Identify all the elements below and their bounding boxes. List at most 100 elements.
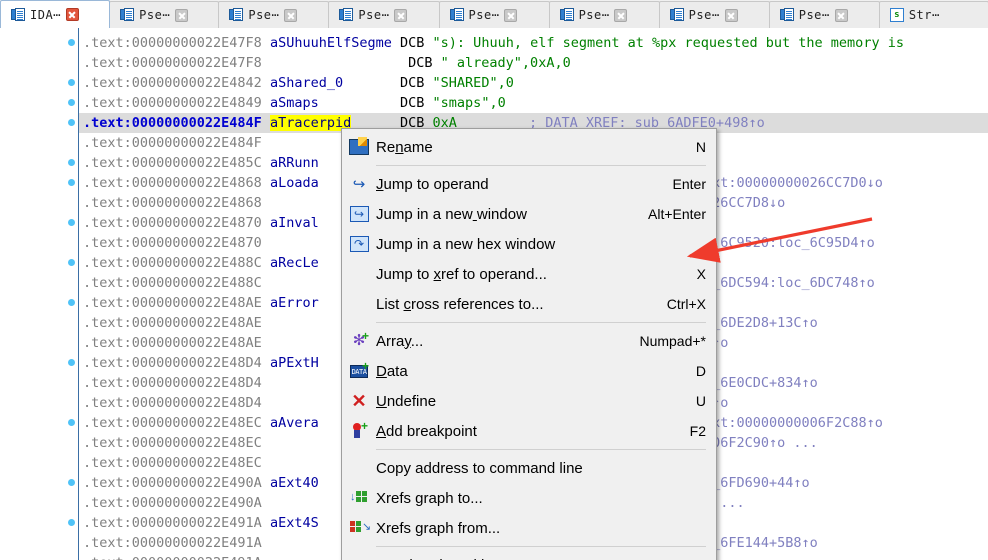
- menu-item-icon-slot: DATA +: [342, 356, 376, 386]
- nav-marker-dot[interactable]: [68, 419, 75, 426]
- close-icon[interactable]: [394, 8, 408, 22]
- nav-marker-dot[interactable]: [68, 159, 75, 166]
- nav-marker-dot[interactable]: [68, 359, 75, 366]
- tab-3[interactable]: Pse⋯: [328, 1, 440, 28]
- line-address: .text:00000000022E48D4: [83, 375, 262, 391]
- line-operand: "SHARED",0: [432, 75, 514, 91]
- line-mnemonic: DCB: [400, 75, 425, 91]
- context-menu[interactable]: Rename N ↪ Jump to operand Enter ↪ Jump in a n…: [341, 128, 717, 560]
- line-label[interactable]: aShared_0: [270, 75, 343, 91]
- line-label[interactable]: aPExtH: [270, 355, 319, 371]
- menu-item-label: Data: [376, 362, 408, 380]
- code-line[interactable]: .text:00000000022E4842 aShared_0 DCB "SH…: [79, 73, 988, 93]
- menu-item-xrefs-graph-from[interactable]: ↘ Xrefs graph from...: [342, 513, 716, 543]
- line-label[interactable]: aAvera: [270, 415, 319, 431]
- nav-marker-dot[interactable]: [68, 179, 75, 186]
- ida-window: IDA⋯ Pse⋯ Pse⋯ Pse⋯ Pse⋯ Pse⋯ Pse⋯ Pse⋯ s Str⋯ .t…: [0, 0, 988, 560]
- close-icon[interactable]: [175, 8, 189, 22]
- close-icon[interactable]: [504, 8, 518, 22]
- menu-item-shortcut: Enter: [672, 176, 706, 192]
- tab-label: IDA⋯: [30, 7, 61, 22]
- line-label[interactable]: aLoada: [270, 175, 319, 191]
- menu-item-jump-to-operand[interactable]: ↪ Jump to operand Enter: [342, 169, 716, 199]
- undefine-icon: ✕: [351, 391, 367, 411]
- code-line[interactable]: .text:00000000022E47F8 DCB " already",0x…: [79, 53, 988, 73]
- menu-item-jump-to-xref-to-operand[interactable]: Jump to xref to operand... X: [342, 259, 716, 289]
- tab-6[interactable]: Pse⋯: [658, 1, 770, 28]
- tab-5[interactable]: Pse⋯: [548, 1, 660, 28]
- code-line[interactable]: .text:00000000022E47F8 aSUhuuhElfSegme D…: [79, 33, 988, 53]
- line-label[interactable]: aInval: [270, 215, 319, 231]
- nav-marker-dot[interactable]: [68, 39, 75, 46]
- tab-2[interactable]: Pse⋯: [218, 1, 330, 28]
- nav-marker-dot[interactable]: [68, 79, 75, 86]
- menu-item-label: Jump in a new window: [376, 205, 527, 223]
- line-address: .text:00000000022E4868: [83, 195, 262, 211]
- menu-item-copy-address-to-command-line[interactable]: Copy address to command line: [342, 453, 716, 483]
- nav-marker-dot[interactable]: [68, 219, 75, 226]
- line-address: .text:00000000022E490A: [83, 495, 262, 511]
- menu-item-jump-in-a-new-window[interactable]: ↪ Jump in a new window Alt+Enter: [342, 199, 716, 229]
- tab-label: Str⋯: [908, 8, 940, 22]
- jump-arrow-icon: ↪: [352, 175, 366, 193]
- menu-item-label: Synchronize with: [376, 557, 694, 560]
- line-address: .text:00000000022E491A: [83, 535, 262, 551]
- nav-marker-dot[interactable]: [68, 299, 75, 306]
- tab-7[interactable]: Pse⋯: [768, 1, 880, 28]
- strings-icon: s: [889, 8, 904, 22]
- menu-item-data[interactable]: DATA + Data D: [342, 356, 716, 386]
- line-label[interactable]: aError: [270, 295, 319, 311]
- line-mnemonic: DCB: [400, 35, 425, 51]
- menu-item-synchronize-with[interactable]: Synchronize with▸: [342, 550, 716, 560]
- line-label[interactable]: aSmaps: [270, 95, 319, 111]
- line-address: .text:00000000022E488C: [83, 255, 262, 271]
- line-label[interactable]: aRRunn: [270, 155, 319, 171]
- menu-item-xrefs-graph-to[interactable]: ↓ Xrefs graph to...: [342, 483, 716, 513]
- tab-8[interactable]: s Str⋯: [878, 1, 988, 28]
- line-label[interactable]: aTracerpid: [269, 115, 352, 131]
- tab-0[interactable]: IDA⋯: [0, 0, 111, 28]
- navigation-gutter[interactable]: [0, 28, 78, 560]
- document-icon: [229, 8, 244, 22]
- line-address: .text:00000000022E4849: [83, 95, 262, 111]
- nav-marker-dot[interactable]: [68, 99, 75, 106]
- menu-item-undefine[interactable]: ✕ Undefine U: [342, 386, 716, 416]
- menu-item-array[interactable]: ✻ + Array... Numpad+*: [342, 326, 716, 356]
- close-icon[interactable]: [284, 8, 298, 22]
- menu-item-label: Undefine: [376, 392, 437, 410]
- menu-item-add-breakpoint[interactable]: + Add breakpoint F2: [342, 416, 716, 446]
- menu-separator: [376, 322, 706, 323]
- menu-separator: [376, 449, 706, 450]
- nav-marker-dot[interactable]: [68, 479, 75, 486]
- line-operand: " already",0xA,0: [440, 55, 571, 71]
- tab-4[interactable]: Pse⋯: [438, 1, 550, 28]
- menu-item-icon-slot: [342, 453, 376, 483]
- menu-item-icon-slot: +: [342, 416, 376, 446]
- close-icon[interactable]: [65, 8, 79, 21]
- menu-item-list-cross-references-to[interactable]: List cross references to... Ctrl+X: [342, 289, 716, 319]
- tab-label: Pse⋯: [688, 8, 720, 22]
- menu-item-icon-slot: ✕: [342, 386, 376, 416]
- line-operand: "smaps",0: [432, 95, 506, 111]
- nav-marker-dot[interactable]: [68, 259, 75, 266]
- menu-item-label: Copy address to command line: [376, 459, 583, 477]
- menu-item-label: Array...: [376, 332, 424, 350]
- line-address: .text:00000000022E491A: [83, 515, 262, 531]
- menu-item-rename[interactable]: Rename N: [342, 132, 716, 162]
- nav-marker-dot[interactable]: [68, 519, 75, 526]
- menu-item-label: List cross references to...: [376, 295, 544, 313]
- tab-1[interactable]: Pse⋯: [109, 1, 220, 28]
- line-label[interactable]: aSUhuuhElfSegme: [270, 35, 392, 51]
- line-label[interactable]: aRecLe: [270, 255, 319, 271]
- line-label[interactable]: aExt40: [270, 475, 319, 491]
- menu-item-label: Jump in a new hex window: [376, 235, 556, 253]
- close-icon[interactable]: [724, 8, 738, 22]
- close-icon[interactable]: [614, 8, 628, 22]
- line-operand: "s): Uhuuh, elf segment at %px requested…: [432, 35, 904, 51]
- menu-item-jump-in-a-new-hex-window[interactable]: ↷ Jump in a new hex window: [342, 229, 716, 259]
- code-line[interactable]: .text:00000000022E4849 aSmaps DCB "smaps…: [79, 93, 988, 113]
- line-label[interactable]: aExt4S: [270, 515, 319, 531]
- close-icon[interactable]: [834, 8, 848, 22]
- nav-marker-dot[interactable]: [68, 119, 75, 126]
- menu-item-icon-slot: ↷: [342, 229, 376, 259]
